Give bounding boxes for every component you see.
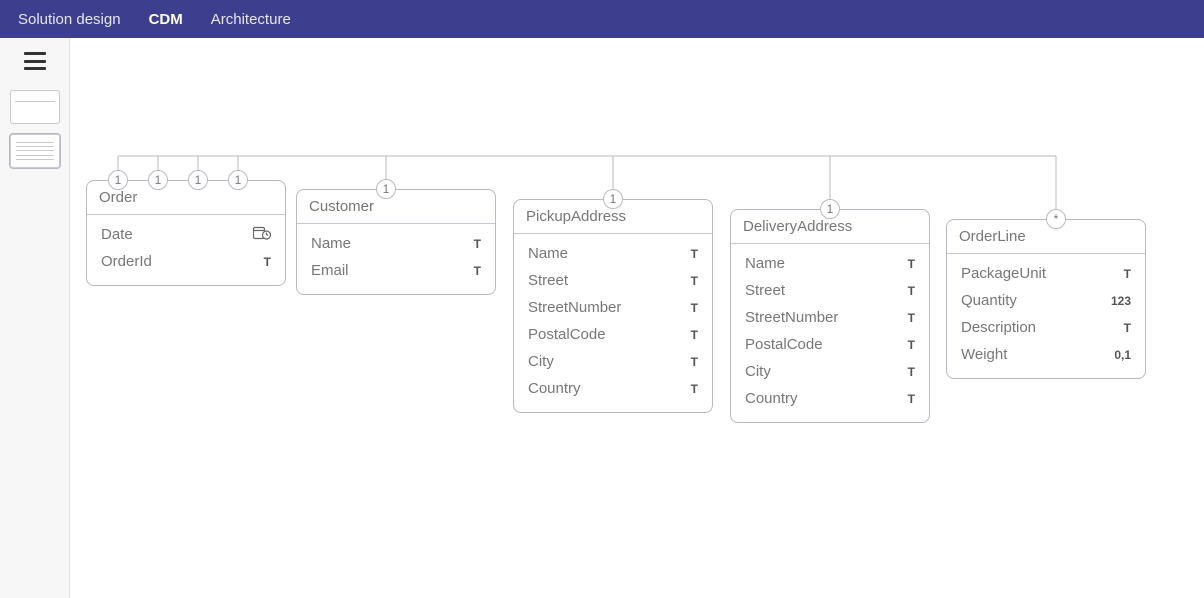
attribute-row[interactable]: Email T — [297, 257, 495, 284]
entity-attributes: NameTStreetTStreetNumberTPostalCodeTCity… — [514, 234, 712, 412]
attribute-name: Name — [528, 245, 568, 262]
attribute-row[interactable]: StreetNumber T — [731, 304, 929, 331]
attribute-row[interactable]: OrderId T — [87, 248, 285, 275]
attribute-type-icon: T — [457, 264, 481, 278]
attribute-name: Date — [101, 226, 133, 243]
hamburger-icon[interactable] — [24, 52, 46, 70]
entity-pickup[interactable]: PickupAddressNameTStreetTStreetNumberTPo… — [513, 199, 713, 413]
entity-title: OrderLine — [947, 220, 1145, 254]
attribute-type-icon: T — [891, 311, 915, 325]
attribute-row[interactable]: Date — [87, 221, 285, 248]
attribute-type-icon: T — [674, 328, 698, 342]
attribute-row[interactable]: Weight 0,1 — [947, 341, 1145, 368]
entity-delivery[interactable]: DeliveryAddressNameTStreetTStreetNumberT… — [730, 209, 930, 423]
attribute-row[interactable]: Country T — [514, 375, 712, 402]
attribute-row[interactable]: City T — [514, 348, 712, 375]
attribute-name: Description — [961, 319, 1036, 336]
attribute-row[interactable]: PackageUnit T — [947, 260, 1145, 287]
sidebar — [0, 38, 70, 598]
cardinality-badge: * — [1046, 209, 1066, 229]
attribute-row[interactable]: StreetNumber T — [514, 294, 712, 321]
attribute-type-icon: T — [1107, 267, 1131, 281]
attribute-name: Street — [528, 272, 568, 289]
nav-item-architecture[interactable]: Architecture — [211, 11, 291, 28]
nav-item-solution-design[interactable]: Solution design — [18, 11, 121, 28]
attribute-row[interactable]: Street T — [731, 277, 929, 304]
attribute-row[interactable]: Quantity 123 — [947, 287, 1145, 314]
attribute-row[interactable]: Country T — [731, 385, 929, 412]
attribute-name: PostalCode — [528, 326, 606, 343]
attribute-row[interactable]: Street T — [514, 267, 712, 294]
attribute-row[interactable]: Name T — [514, 240, 712, 267]
attribute-name: OrderId — [101, 253, 152, 270]
cardinality-badge: 1 — [108, 170, 128, 190]
entity-attributes: Date OrderId T — [87, 215, 285, 285]
attribute-row[interactable]: Name T — [731, 250, 929, 277]
entity-attributes: PackageUnit T Quantity 123 Description T Weigh… — [947, 254, 1145, 378]
datetime-icon — [253, 226, 271, 240]
attribute-row[interactable]: PostalCode T — [514, 321, 712, 348]
workspace: OrderDateOrderIdTCustomerNameTEmailTPick… — [0, 38, 1204, 598]
attribute-name: StreetNumber — [528, 299, 621, 316]
attribute-name: Name — [311, 235, 351, 252]
attribute-name: City — [745, 363, 771, 380]
cardinality-badge: 1 — [148, 170, 168, 190]
attribute-type-icon: T — [674, 382, 698, 396]
entity-title: Customer — [297, 190, 495, 224]
entity-attributes: Name T Email T — [297, 224, 495, 294]
attribute-row[interactable]: PostalCode T — [731, 331, 929, 358]
attribute-type-icon: 123 — [1107, 294, 1131, 308]
attribute-name: StreetNumber — [745, 309, 838, 326]
attribute-name: PackageUnit — [961, 265, 1046, 282]
attribute-name: Email — [311, 262, 349, 279]
attribute-row[interactable]: Name T — [297, 230, 495, 257]
attribute-type-icon: T — [891, 284, 915, 298]
entity-attributes: NameTStreetTStreetNumberTPostalCodeTCity… — [731, 244, 929, 422]
attribute-name: City — [528, 353, 554, 370]
attribute-row[interactable]: Description T — [947, 314, 1145, 341]
nav-item-cdm[interactable]: CDM — [149, 11, 183, 28]
attribute-type-icon: T — [247, 255, 271, 269]
attribute-name: Street — [745, 282, 785, 299]
diagram-canvas[interactable]: OrderDateOrderIdTCustomerNameTEmailTPick… — [70, 38, 1204, 598]
attribute-name: Quantity — [961, 292, 1017, 309]
top-nav: Solution design CDM Architecture — [0, 0, 1204, 38]
attribute-type-icon: T — [891, 338, 915, 352]
attribute-type-icon: T — [891, 392, 915, 406]
attribute-type-icon: T — [674, 301, 698, 315]
entity-customer[interactable]: Customer Name T Email T — [296, 189, 496, 295]
sidebar-thumb-entity[interactable] — [10, 90, 60, 124]
attribute-type-icon: 0,1 — [1107, 348, 1131, 362]
attribute-name: PostalCode — [745, 336, 823, 353]
entity-order[interactable]: OrderDateOrderIdT — [86, 180, 286, 286]
attribute-name: Country — [745, 390, 798, 407]
attribute-type-icon: T — [674, 247, 698, 261]
cardinality-badge: 1 — [603, 189, 623, 209]
attribute-name: Name — [745, 255, 785, 272]
sidebar-thumb-list[interactable] — [10, 134, 60, 168]
attribute-name: Weight — [961, 346, 1007, 363]
attribute-type-icon: T — [457, 237, 481, 251]
attribute-type-icon: T — [891, 257, 915, 271]
attribute-row[interactable]: City T — [731, 358, 929, 385]
cardinality-badge: 1 — [820, 199, 840, 219]
attribute-type-icon: T — [674, 274, 698, 288]
cardinality-badge: 1 — [188, 170, 208, 190]
attribute-type-icon: T — [891, 365, 915, 379]
cardinality-badge: 1 — [228, 170, 248, 190]
attribute-type-icon: T — [674, 355, 698, 369]
cardinality-badge: 1 — [376, 179, 396, 199]
entity-orderline[interactable]: OrderLine PackageUnit T Quantity 123 Descript… — [946, 219, 1146, 379]
attribute-type-icon — [247, 226, 271, 243]
attribute-type-icon: T — [1107, 321, 1131, 335]
attribute-name: Country — [528, 380, 581, 397]
